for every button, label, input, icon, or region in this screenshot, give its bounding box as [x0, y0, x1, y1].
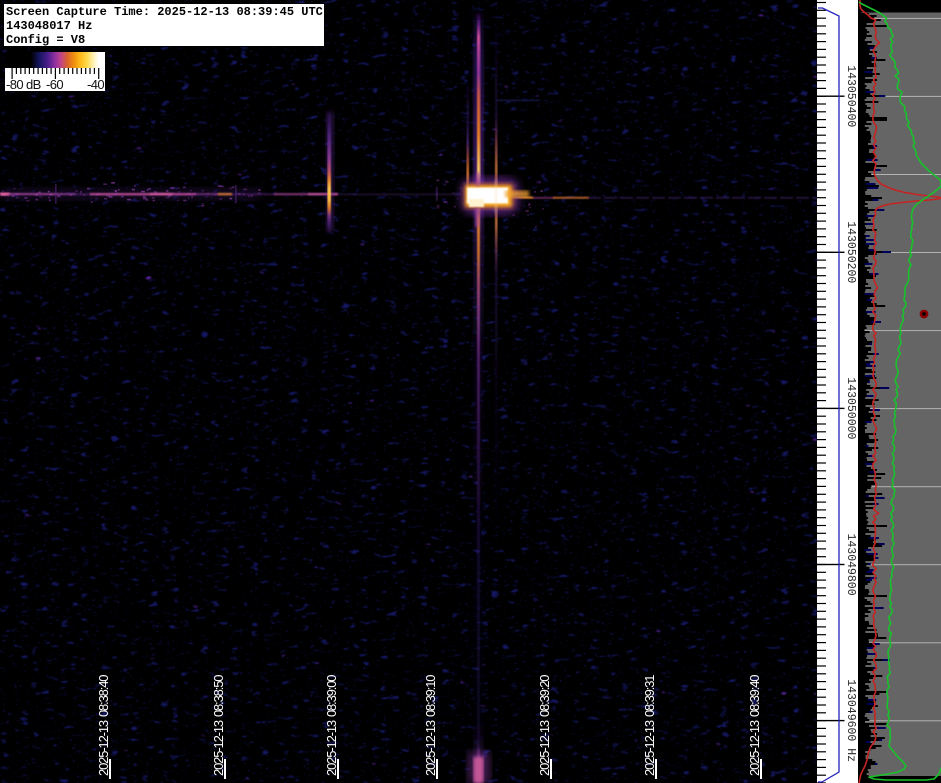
svg-text:2025-12-13 08:39:31: 2025-12-13 08:39:31 [642, 675, 657, 776]
svg-text:2025-12-13 08:39:10: 2025-12-13 08:39:10 [423, 675, 438, 776]
svg-text:2025-12-13 08:39:00: 2025-12-13 08:39:00 [324, 675, 339, 776]
svg-text:2025-12-13 08:39:40: 2025-12-13 08:39:40 [747, 675, 762, 776]
svg-text:143049800: 143049800 [844, 534, 857, 596]
svg-text:143050000: 143050000 [844, 377, 857, 439]
svg-text:2025-12-13 08:39:20: 2025-12-13 08:39:20 [537, 675, 552, 776]
svg-text:2025-12-13 08:38:40: 2025-12-13 08:38:40 [96, 675, 111, 776]
svg-text:2025-12-13 08:38:50: 2025-12-13 08:38:50 [211, 675, 226, 776]
svg-text:143050400: 143050400 [844, 65, 857, 127]
svg-text:143049600 Hz: 143049600 Hz [844, 679, 857, 762]
svg-text:143050200: 143050200 [844, 221, 857, 283]
